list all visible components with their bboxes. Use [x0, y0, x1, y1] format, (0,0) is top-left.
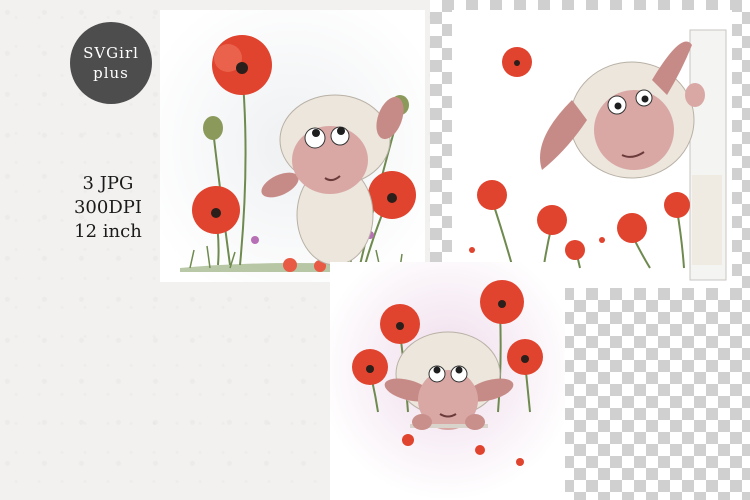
preview-card-2	[452, 10, 732, 288]
brand-badge: SVGirl plus	[70, 22, 152, 104]
sheep-poppies-illustration-3	[330, 262, 565, 500]
preview-card-1	[160, 10, 425, 282]
file-count: 3 JPG	[82, 173, 134, 194]
print-size: 12 inch	[74, 221, 142, 242]
resolution: 300DPI	[73, 197, 142, 218]
preview-card-3	[330, 262, 565, 500]
brand-name: SVGirl	[83, 44, 139, 62]
brand-suffix: plus	[93, 64, 129, 82]
sheep-poppies-illustration-2	[452, 10, 732, 288]
product-info: 3 JPG 300DPI 12 inch	[58, 172, 158, 244]
sheep-poppies-illustration-1	[160, 10, 425, 282]
